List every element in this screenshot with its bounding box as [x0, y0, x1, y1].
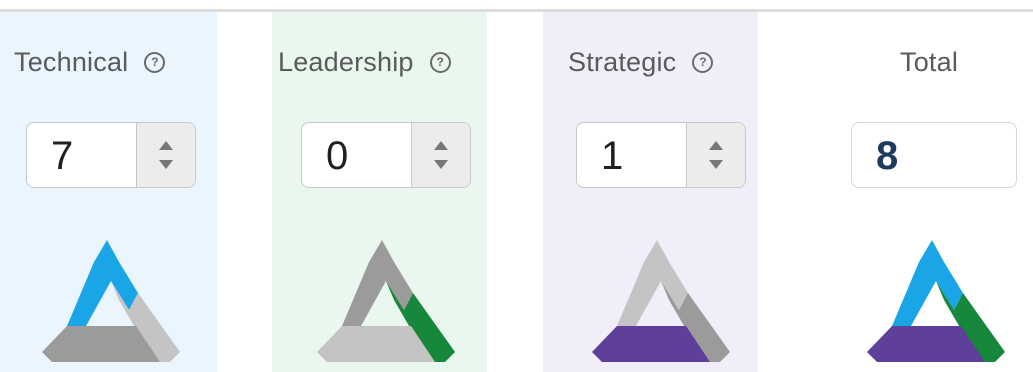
leadership-header: Leadership ?: [278, 44, 451, 80]
leadership-value[interactable]: 0: [326, 123, 348, 187]
total-label: Total: [900, 46, 959, 77]
spin-buttons: [411, 123, 470, 187]
help-icon[interactable]: ?: [692, 51, 714, 73]
technical-triangle-icon: [42, 240, 180, 362]
technical-value[interactable]: 7: [51, 123, 73, 187]
strategic-stepper[interactable]: 1: [576, 122, 746, 188]
help-icon[interactable]: ?: [429, 51, 451, 73]
leadership-label: Leadership: [278, 46, 414, 77]
increment-arrow-icon[interactable]: [434, 141, 448, 150]
increment-arrow-icon[interactable]: [159, 141, 173, 150]
technical-label: Technical: [14, 46, 129, 77]
decrement-arrow-icon[interactable]: [709, 160, 723, 169]
total-value: 8: [876, 134, 899, 178]
spin-buttons: [136, 123, 195, 187]
technical-header: Technical ?: [14, 44, 166, 80]
total-header: Total: [900, 44, 958, 80]
leadership-stepper[interactable]: 0: [301, 122, 471, 188]
technical-stepper[interactable]: 7: [26, 122, 196, 188]
leadership-triangle-icon: [317, 240, 455, 362]
increment-arrow-icon[interactable]: [709, 141, 723, 150]
total-triangle-icon: [867, 240, 1005, 362]
decrement-arrow-icon[interactable]: [434, 160, 448, 169]
strategic-header: Strategic ?: [568, 44, 714, 80]
strategic-label: Strategic: [568, 46, 677, 77]
strategic-triangle-icon: [592, 240, 730, 362]
strategic-value[interactable]: 1: [601, 123, 623, 187]
total-field: 8: [851, 122, 1017, 188]
help-icon[interactable]: ?: [144, 51, 166, 73]
spin-buttons: [686, 123, 745, 187]
decrement-arrow-icon[interactable]: [159, 160, 173, 169]
